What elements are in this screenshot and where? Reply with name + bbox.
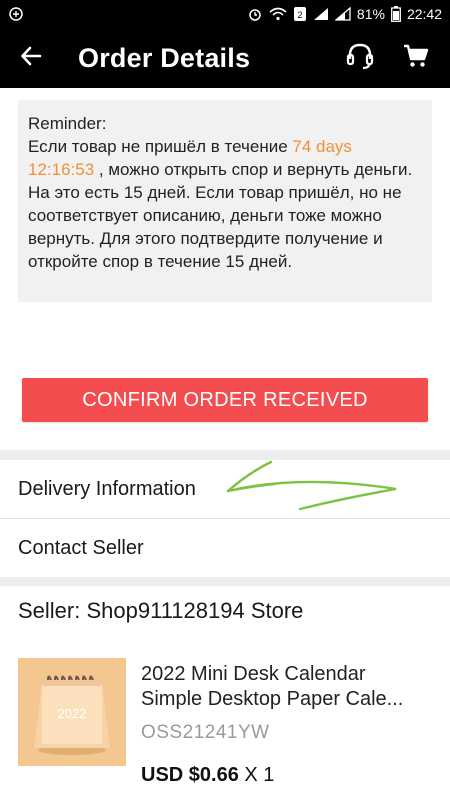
countdown-days: 74 days xyxy=(292,137,352,156)
reminder-heading: Reminder: xyxy=(28,114,107,133)
contact-seller-label: Contact Seller xyxy=(18,536,144,559)
seller-name[interactable]: Seller: Shop911128194 Store xyxy=(18,598,303,624)
product-quantity: X 1 xyxy=(244,764,275,786)
product-price-row: USD $0.66 X 1 xyxy=(141,764,274,787)
headset-icon xyxy=(345,41,375,76)
countdown-time: 12:16:53 xyxy=(28,160,95,179)
support-button[interactable] xyxy=(332,28,388,88)
signal-2-icon xyxy=(334,7,351,21)
app-notification-icon xyxy=(8,6,24,22)
cart-button[interactable] xyxy=(388,28,444,88)
alarm-icon xyxy=(247,6,263,22)
reminder-text-1: Если товар не пришёл в течение xyxy=(28,137,293,156)
calendar-image-icon: 2022 xyxy=(18,658,126,766)
status-bar: 2 81% 22:42 xyxy=(0,0,450,28)
status-left xyxy=(0,6,24,22)
product-title-line-2: Simple Desktop Paper Cale... xyxy=(141,688,404,710)
app-bar: Order Details xyxy=(0,28,450,88)
product-price: USD $0.66 xyxy=(141,764,239,786)
battery-percent: 81% xyxy=(356,6,385,22)
sim-icon: 2 xyxy=(293,6,307,22)
cart-icon xyxy=(403,43,429,74)
arrow-left-icon xyxy=(20,45,42,72)
reminder-text: Если товар не пришёл в течение 74 days 1… xyxy=(28,135,422,273)
product-image[interactable]: 2022 xyxy=(18,658,126,766)
signal-icon xyxy=(313,7,329,21)
product-title-line-1: 2022 Mini Desk Calendar xyxy=(141,663,366,685)
back-button[interactable] xyxy=(0,28,62,88)
wifi-icon xyxy=(269,7,287,21)
delivery-information-row[interactable]: Delivery Information xyxy=(0,460,450,518)
section-separator xyxy=(0,577,450,586)
confirm-order-received-button[interactable]: CONFIRM ORDER RECEIVED xyxy=(22,378,428,422)
product-sku: OSS21241YW xyxy=(141,722,270,743)
delivery-information-label: Delivery Information xyxy=(18,477,196,500)
section-separator xyxy=(0,450,450,460)
status-right: 2 81% 22:42 xyxy=(247,6,450,22)
contact-seller-row[interactable]: Contact Seller xyxy=(0,519,450,577)
product-title[interactable]: 2022 Mini Desk Calendar Simple Desktop P… xyxy=(141,662,437,712)
svg-text:2: 2 xyxy=(297,10,302,20)
clock: 22:42 xyxy=(406,6,442,22)
calendar-year-text: 2022 xyxy=(58,706,87,721)
reminder-box: Reminder: Если товар не пришёл в течение… xyxy=(18,100,432,302)
page-title: Order Details xyxy=(78,42,251,73)
battery-icon xyxy=(391,6,401,22)
